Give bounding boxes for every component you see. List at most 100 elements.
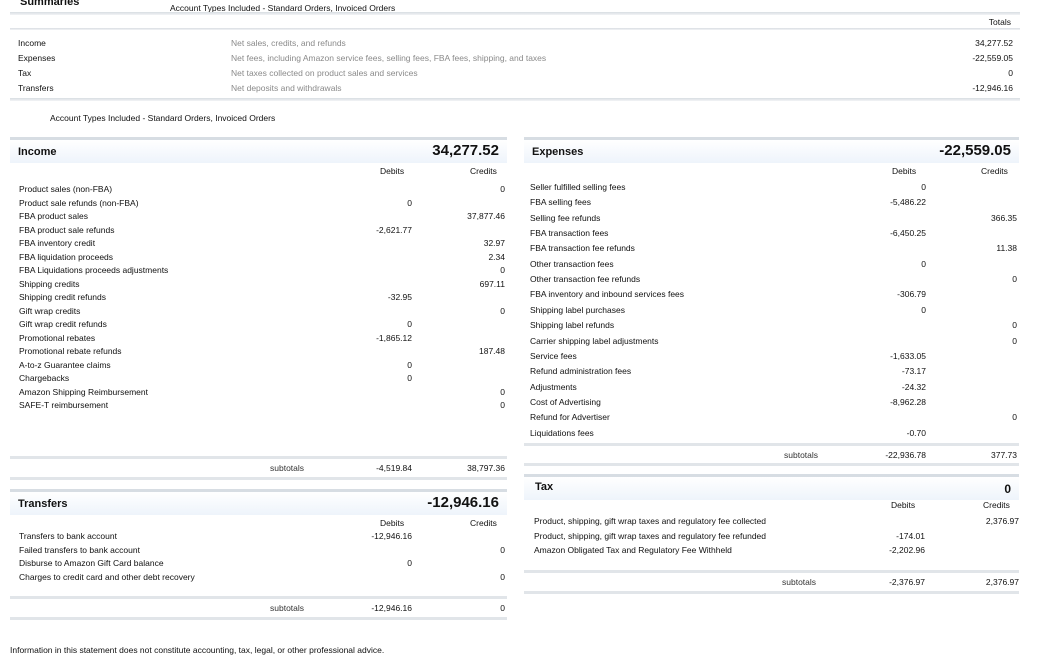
expenses-row-debit: -306.79	[897, 289, 926, 300]
income-row-label: SAFE-T reimbursement	[19, 400, 109, 410]
transfers-row: Failed transfers to bank account 0	[19, 545, 506, 558]
expenses-row-label: Cost of Advertising	[530, 396, 601, 407]
expenses-row-credit: 0	[1012, 412, 1017, 423]
income-row-label: FBA inventory credit	[19, 238, 96, 248]
expenses-row-label: Shipping label purchases	[530, 304, 625, 315]
tax-row-debit: -2,202.96	[889, 545, 925, 556]
summaries-header-rule	[10, 28, 1020, 30]
transfers-row-debit: -12,946.16	[371, 531, 412, 541]
expenses-debits-header: Debits	[892, 166, 917, 176]
account-types-note: Account Types Included - Standard Orders…	[50, 113, 276, 123]
income-row-label: Gift wrap credits	[19, 305, 81, 316]
expenses-total: -22,559.05	[939, 142, 1011, 159]
expenses-row: Shipping label purchases 0	[530, 305, 1017, 318]
expenses-subtotals-row: subtotals -22,936.78 377.73	[524, 443, 1019, 460]
summary-row: Tax Net taxes collected on product sales …	[18, 68, 1013, 82]
income-row-label: Promotional rebate refunds	[19, 346, 122, 356]
income-row-credit: 37,877.46	[467, 211, 505, 221]
summary-total: -12,946.16	[972, 83, 1013, 93]
expenses-subtotal-debit: -22,936.78	[885, 450, 926, 460]
summary-row: Expenses Net fees, including Amazon servi…	[18, 53, 1013, 67]
expenses-header: Expenses -22,559.05	[524, 137, 1019, 163]
expenses-row-label: FBA inventory and inbound services fees	[530, 289, 685, 300]
summary-description: Net deposits and withdrawals	[231, 83, 342, 93]
expenses-row-debit: 0	[921, 182, 926, 192]
expenses-row-label: Service fees	[530, 350, 577, 361]
expenses-row: Seller fulfilled selling fees 0	[530, 182, 1017, 195]
income-row-label: Shipping credits	[19, 278, 80, 289]
summary-row: Transfers Net deposits and withdrawals -12…	[18, 83, 1013, 97]
income-row: FBA inventory credit 32.97	[19, 238, 506, 251]
disclaimer-note: Information in this statement does not c…	[10, 645, 385, 655]
expenses-row: FBA inventory and inbound services fees -…	[530, 289, 1017, 302]
transfers-row-label: Transfers to bank account	[19, 531, 117, 541]
tax-row-label: Product, shipping, gift wrap taxes and r…	[534, 530, 767, 541]
expenses-row: Cost of Advertising -8,962.28	[530, 397, 1017, 410]
income-row-credit: 187.48	[479, 346, 505, 356]
expenses-row-label: Seller fulfilled selling fees	[530, 182, 626, 192]
income-row-debit: 0	[407, 359, 412, 370]
transfers-subtotals-label: subtotals	[270, 603, 305, 613]
income-row-credit: 697.11	[479, 278, 505, 289]
transfers-row: Charges to credit card and other debt re…	[19, 572, 506, 585]
transfers-row-label: Charges to credit card and other debt re…	[19, 572, 195, 583]
income-row-credit: 0	[500, 386, 505, 397]
tax-bottom-rule	[524, 591, 1019, 594]
summary-description: Net fees, including Amazon service fees,…	[231, 53, 547, 63]
tax-subtotals-label: subtotals	[782, 577, 817, 587]
expenses-row: Selling fee refunds 366.35	[530, 213, 1017, 226]
income-row: A-to-z Guarantee claims 0	[19, 360, 506, 373]
income-row: Promotional rebate refunds 187.48	[19, 346, 506, 359]
expenses-subtotal-credit: 377.73	[991, 450, 1017, 460]
income-row-label: FBA product sales	[19, 211, 88, 221]
summary-row: Income Net sales, credits, and refunds 34,…	[18, 38, 1013, 52]
expenses-row-label: Refund for Advertiser	[530, 412, 610, 423]
income-row-credit: 0	[500, 265, 505, 275]
expenses-row-label: Adjustments	[530, 381, 577, 392]
income-bottom-rule	[10, 477, 507, 480]
income-title: Income	[18, 146, 57, 158]
income-row-label: FBA Liquidations proceeds adjustments	[19, 265, 169, 275]
income-row-debit: 0	[407, 319, 412, 329]
income-row: SAFE-T reimbursement 0	[19, 400, 506, 413]
summary-label: Tax	[18, 68, 32, 78]
expenses-row-debit: -1,633.05	[890, 350, 926, 361]
expenses-row: Liquidations fees -0.70	[530, 428, 1017, 441]
tax-subtotals-row: subtotals -2,376.97 2,376.97	[524, 570, 1019, 587]
expenses-row: FBA transaction fees -6,450.25	[530, 228, 1017, 241]
expenses-row: FBA selling fees -5,486.22	[530, 197, 1017, 210]
transfers-row-label: Disburse to Amazon Gift Card balance	[19, 558, 164, 569]
income-row-credit: 2.34	[488, 251, 505, 262]
tax-total: 0	[1004, 482, 1011, 496]
income-row-label: Amazon Shipping Reimbursement	[19, 386, 148, 397]
transfers-row: Disburse to Amazon Gift Card balance 0	[19, 558, 506, 571]
income-row: Chargebacks 0	[19, 373, 506, 386]
income-row: Gift wrap credits 0	[19, 306, 506, 319]
income-row: Shipping credit refunds -32.95	[19, 292, 506, 305]
income-row-credit: 0	[500, 400, 505, 410]
tax-subtotal-credit: 2,376.97	[985, 577, 1019, 587]
tax-row-credit: 2,376.97	[985, 516, 1019, 526]
income-subtotals-label: subtotals	[270, 463, 305, 473]
expenses-row: Carrier shipping label adjustments 0	[530, 336, 1017, 349]
expenses-row-debit: 0	[921, 304, 926, 315]
income-row: FBA product sale refunds -2,621.77	[19, 225, 506, 238]
income-row-label: Gift wrap credit refunds	[19, 319, 107, 329]
tax-row: Amazon Obligated Tax and Regulatory Fee …	[534, 545, 1019, 558]
income-row: Shipping credits 697.11	[19, 279, 506, 292]
expenses-row: Shipping label refunds 0	[530, 320, 1017, 333]
income-row: FBA liquidation proceeds 2.34	[19, 252, 506, 265]
tax-row-label: Product, shipping, gift wrap taxes and r…	[534, 516, 766, 526]
expenses-row: Refund for Advertiser 0	[530, 412, 1017, 425]
income-row: Product sale refunds (non-FBA) 0	[19, 198, 506, 211]
income-row-label: FBA product sale refunds	[19, 224, 115, 235]
income-header: Income 34,277.52	[10, 137, 507, 163]
expenses-row-debit: -0.70	[906, 427, 926, 438]
transfers-header: Transfers -12,946.16	[10, 489, 507, 515]
transfers-debits-header: Debits	[380, 518, 405, 528]
expenses-row-credit: 11.38	[996, 243, 1017, 254]
expenses-row-credit: 0	[1012, 335, 1017, 346]
expenses-row-debit: -24.32	[901, 381, 926, 392]
expenses-row: Other transaction fee refunds 0	[530, 274, 1017, 287]
tax-title: Tax	[535, 481, 554, 493]
